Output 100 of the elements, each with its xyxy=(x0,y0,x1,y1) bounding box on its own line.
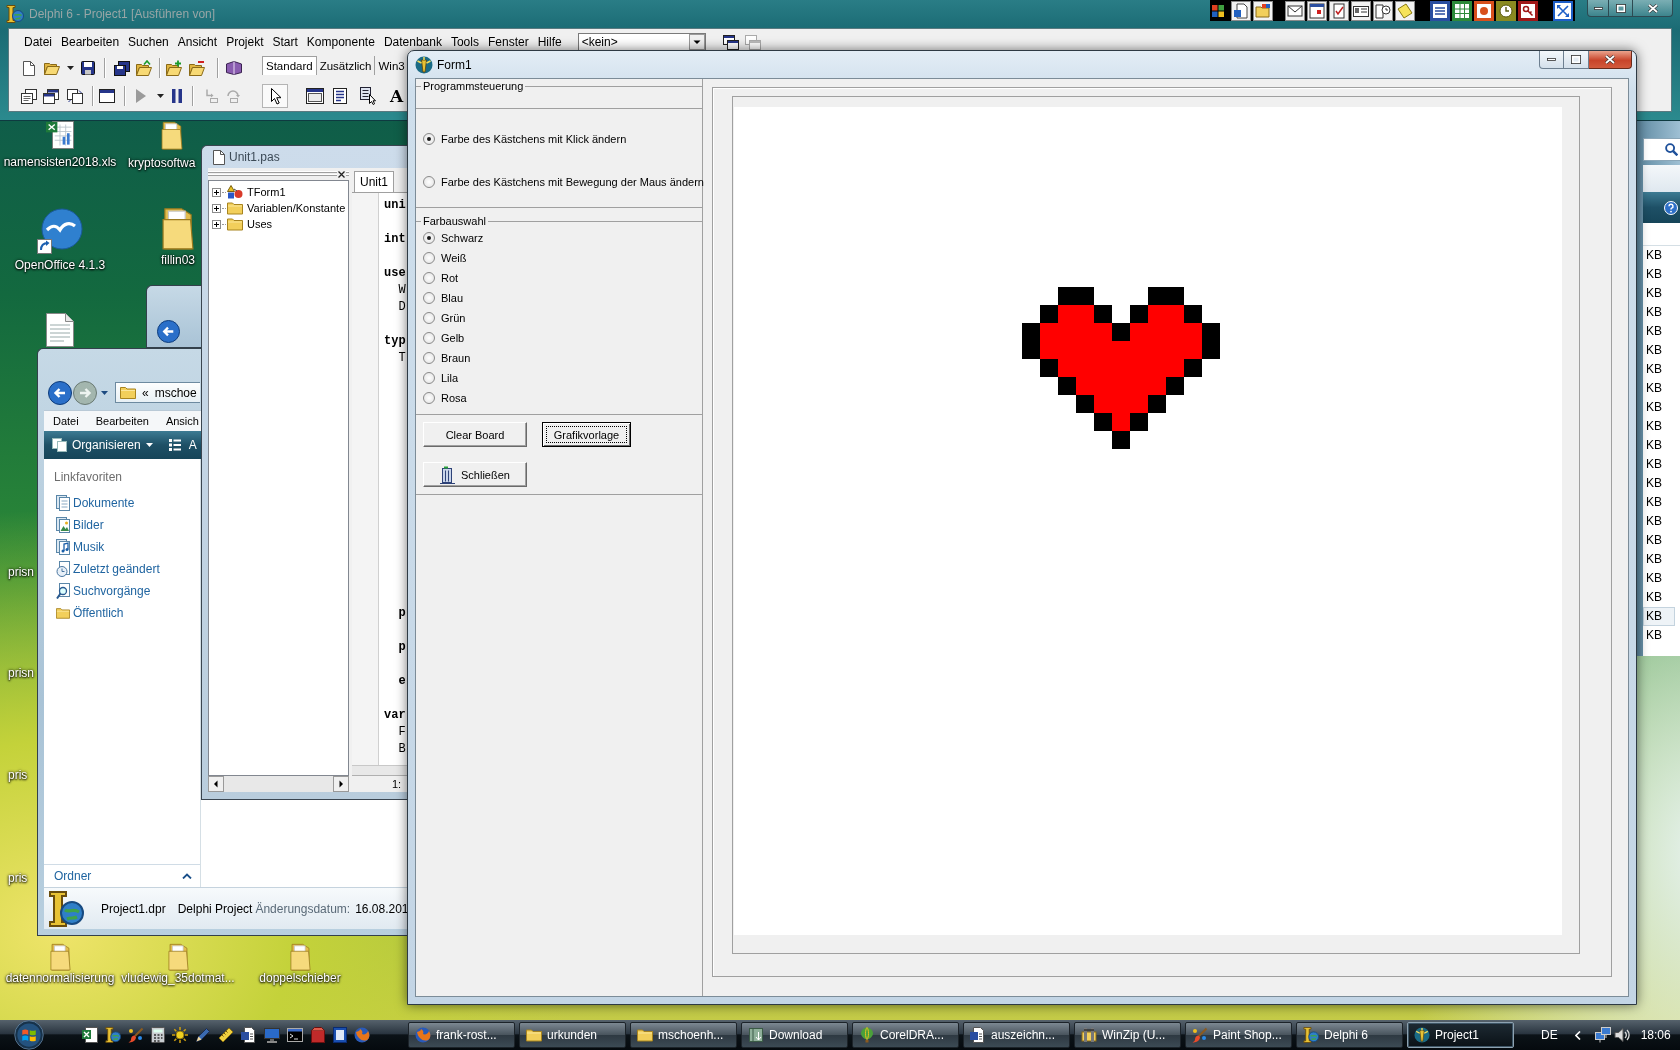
text-document-icon[interactable] xyxy=(1430,0,1450,21)
tree-item[interactable]: TForm1 xyxy=(247,186,286,198)
radio-button[interactable] xyxy=(423,272,435,284)
code-editor[interactable]: uni int use W D typ T p p e var F B xyxy=(352,193,407,765)
caret-icon[interactable] xyxy=(67,66,74,70)
note-icon[interactable] xyxy=(1395,0,1415,21)
menu-item[interactable]: Projekt xyxy=(226,35,264,49)
radio-button[interactable] xyxy=(423,232,435,244)
picture-icon[interactable] xyxy=(56,517,70,533)
favorite-link[interactable]: Bilder xyxy=(73,518,104,532)
list-menu-icon[interactable] xyxy=(333,88,347,104)
sun-icon[interactable] xyxy=(172,1027,188,1043)
network-icon[interactable] xyxy=(1594,1027,1611,1043)
folder-plus-icon[interactable] xyxy=(166,60,182,76)
windows-icon[interactable] xyxy=(43,88,59,104)
desktop-icon-label[interactable]: OpenOffice 4.1.3 xyxy=(14,258,106,272)
desktop-icon-label[interactable]: fillin03 xyxy=(161,253,195,267)
forward-icon[interactable] xyxy=(73,380,97,405)
radio-button[interactable] xyxy=(423,312,435,324)
palette-tab[interactable]: Zusätzlich xyxy=(316,56,376,75)
spreadsheet-icon[interactable] xyxy=(1452,0,1472,21)
journal-icon[interactable] xyxy=(1373,0,1393,21)
plus-icon[interactable] xyxy=(212,187,221,197)
desktop-icon-label[interactable]: namensisten2018.xls xyxy=(3,155,117,169)
menu-item[interactable]: Komponente xyxy=(306,35,375,49)
package-icon[interactable] xyxy=(310,1027,326,1043)
taskbar-button[interactable]: auszeichn... xyxy=(963,1022,1070,1048)
taskbar-button[interactable]: frank-rost... xyxy=(408,1022,515,1048)
ruler-icon[interactable] xyxy=(218,1027,234,1043)
calculator-icon[interactable] xyxy=(151,1027,165,1043)
menu-item[interactable]: Ansich xyxy=(165,415,199,427)
horizontal-scrollbar[interactable] xyxy=(352,765,407,775)
radio-label[interactable]: Rot xyxy=(441,272,459,284)
chevron-icon[interactable] xyxy=(1574,1030,1581,1040)
search-field[interactable] xyxy=(1643,138,1680,161)
menu-item[interactable]: Hilfe xyxy=(537,35,562,49)
terminal-icon[interactable] xyxy=(287,1028,303,1042)
taskbar-button[interactable]: urkunden xyxy=(519,1022,626,1048)
menu-item[interactable]: Datei xyxy=(24,35,52,49)
desktop-icon-label[interactable]: kryptosoftwa xyxy=(128,156,196,170)
minimize-button[interactable] xyxy=(1587,0,1609,17)
list-pointer-icon[interactable] xyxy=(360,87,376,105)
monitor-icon[interactable] xyxy=(264,1027,280,1043)
caret-icon[interactable] xyxy=(157,94,164,98)
close-button[interactable] xyxy=(1589,51,1632,69)
caret-icon[interactable] xyxy=(182,873,192,879)
pillar-globe-icon[interactable] xyxy=(105,1027,121,1043)
magnifier-page-icon[interactable] xyxy=(56,583,70,599)
exit-button[interactable]: Schließen xyxy=(423,462,527,487)
window-swap-icon[interactable] xyxy=(67,88,83,104)
tree-item[interactable]: Variablen/Konstante xyxy=(247,202,346,214)
radio-button[interactable] xyxy=(423,176,435,188)
taskbar-button[interactable]: Paint Shop... xyxy=(1185,1022,1292,1048)
open-folder-icon[interactable] xyxy=(1253,0,1273,21)
menu-item[interactable]: Bearbeiten xyxy=(95,415,149,427)
radio-button[interactable] xyxy=(423,133,435,145)
breadcrumb-chevron[interactable]: « xyxy=(142,385,149,400)
dropdown-field[interactable]: <kein> xyxy=(577,33,706,51)
menu-item[interactable]: Bearbeiten xyxy=(61,35,120,49)
folder-icon[interactable] xyxy=(160,207,196,250)
maximize-button[interactable] xyxy=(1564,51,1589,69)
language-indicator[interactable]: DE xyxy=(1541,1028,1558,1042)
speaker-icon[interactable] xyxy=(1613,1027,1630,1043)
organize-button[interactable]: Organisieren xyxy=(48,433,157,457)
taskbar-button[interactable]: Delphi 6 xyxy=(1296,1022,1403,1048)
clock-page-icon[interactable] xyxy=(56,561,70,577)
caret-icon[interactable] xyxy=(101,390,108,395)
pause-icon[interactable] xyxy=(172,89,182,103)
menu-item[interactable]: Tools xyxy=(450,35,479,49)
clear-button[interactable]: Clear Board xyxy=(423,422,527,447)
template-button[interactable]: Grafikvorlage xyxy=(542,422,631,447)
close-icon[interactable] xyxy=(337,169,346,179)
palette-tab[interactable]: Standard xyxy=(262,56,317,75)
close-button[interactable] xyxy=(1633,0,1673,17)
clock-icon[interactable] xyxy=(1496,0,1516,21)
tree-item[interactable]: Uses xyxy=(247,218,273,230)
window-menu-icon[interactable] xyxy=(306,88,324,104)
radio-label[interactable]: Farbe des Kästchens mit Bewegung der Maus ändern xyxy=(441,176,704,188)
blank-page-icon[interactable] xyxy=(23,60,35,76)
menu-item[interactable]: Start xyxy=(272,35,298,49)
document-icon[interactable] xyxy=(241,1027,257,1043)
back-icon[interactable] xyxy=(157,320,180,343)
address-bar[interactable]: « mschoe xyxy=(115,382,200,403)
radio-label[interactable]: Schwarz xyxy=(441,232,484,244)
new-document-icon[interactable] xyxy=(1231,0,1251,21)
radio-button[interactable] xyxy=(423,352,435,364)
globe-icon[interactable] xyxy=(354,1027,370,1043)
windows-icon[interactable] xyxy=(722,34,739,50)
menu-item[interactable]: Datei xyxy=(53,415,79,427)
pen-icon[interactable] xyxy=(195,1027,211,1043)
help-icon[interactable] xyxy=(1664,200,1678,215)
favorite-link[interactable]: Zuletzt geändert xyxy=(73,562,160,576)
document-file-icon[interactable] xyxy=(46,313,74,347)
radio-label[interactable]: Blau xyxy=(441,292,464,304)
minimize-button[interactable] xyxy=(1539,51,1564,69)
address-text[interactable]: mschoe xyxy=(154,385,197,400)
plus-icon[interactable] xyxy=(212,219,221,229)
slide-icon[interactable] xyxy=(1474,0,1494,21)
horizontal-scrollbar[interactable] xyxy=(208,776,349,792)
back-icon[interactable] xyxy=(48,380,72,405)
